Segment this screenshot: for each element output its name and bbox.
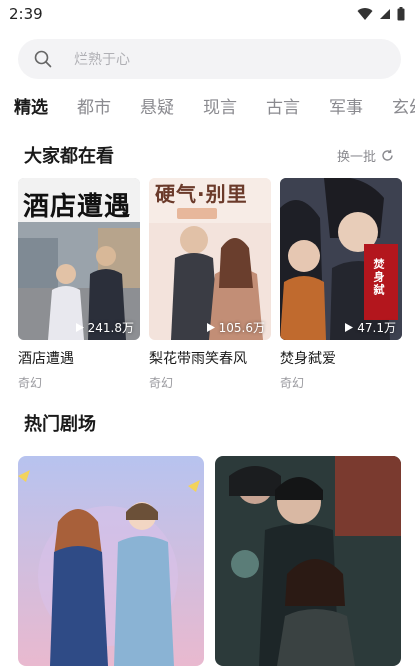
drama-genre: 奇幻 <box>149 376 174 390</box>
view-count-text: 105.6万 <box>218 321 265 335</box>
drama-genre: 奇幻 <box>18 376 43 390</box>
poster-title-text: 硬气·别里 <box>155 182 248 206</box>
status-icons <box>357 7 405 21</box>
drama-card[interactable]: 硬气·别里 105.6万 梨花带雨笑春风 奇幻 <box>149 178 271 391</box>
status-time: 2:39 <box>9 5 43 23</box>
refresh-icon <box>382 149 393 161</box>
tab-suspense[interactable]: 悬疑 <box>140 94 174 122</box>
search-icon <box>34 50 52 68</box>
drama-title[interactable]: 焚身弑爱 <box>280 348 402 368</box>
tab-military[interactable]: 军事 <box>329 94 363 122</box>
poster-title-text: 酒店遭遇 <box>23 192 132 222</box>
wifi-icon <box>357 7 373 20</box>
drama-card[interactable]: 焚身弑 47.1万 焚身弑爱 奇幻 <box>280 178 402 391</box>
drama-poster[interactable]: 硬气·别里 105.6万 <box>149 178 271 340</box>
refresh-label: 换一批 <box>336 149 376 165</box>
section-title: 大家都在看 <box>24 146 114 167</box>
view-count: 47.1万 <box>345 319 396 336</box>
search-placeholder: 烂熟于心 <box>74 52 130 68</box>
tab-fantasy[interactable]: 玄幻 <box>392 94 415 122</box>
battery-icon <box>397 7 405 21</box>
drama-card[interactable]: 酒店遭遇 241.8万 酒店遭遇 奇幻 <box>18 178 140 391</box>
view-count-text: 241.8万 <box>87 321 134 335</box>
category-tabs: 精选 都市 悬疑 现言 古言 军事 玄幻 <box>0 92 415 124</box>
drama-title[interactable]: 酒店遭遇 <box>18 348 140 368</box>
play-icon <box>345 323 354 332</box>
refresh-button[interactable]: 换一批 <box>337 146 394 165</box>
drama-poster[interactable]: 焚身弑 47.1万 <box>280 178 402 340</box>
view-count: 241.8万 <box>75 319 134 336</box>
play-icon <box>75 323 84 332</box>
poster-image <box>18 456 204 666</box>
section-watching-header: 大家都在看 换一批 <box>24 142 394 168</box>
drama-title[interactable]: 梨花带雨笑春风 <box>149 348 271 368</box>
signal-icon <box>380 9 390 19</box>
tab-ancient-romance[interactable]: 古言 <box>266 94 300 122</box>
play-icon <box>206 323 215 332</box>
tab-featured[interactable]: 精选 <box>14 94 48 122</box>
status-bar: 2:39 <box>0 0 415 28</box>
drama-poster[interactable]: 酒店遭遇 241.8万 <box>18 178 140 340</box>
search-bar[interactable]: 烂熟于心 <box>18 39 401 79</box>
drama-genre: 奇幻 <box>280 376 305 390</box>
featured-drama-card[interactable] <box>215 456 401 666</box>
poster-image <box>215 456 401 666</box>
section-hot-header: 热门剧场 <box>24 410 394 436</box>
poster-title-text: 焚身弑 <box>372 258 385 297</box>
tab-urban[interactable]: 都市 <box>77 94 111 122</box>
featured-drama-card[interactable] <box>18 456 204 666</box>
view-count-text: 47.1万 <box>357 321 396 335</box>
tab-modern-romance[interactable]: 现言 <box>203 94 237 122</box>
section-title: 热门剧场 <box>24 414 96 435</box>
view-count: 105.6万 <box>206 319 265 336</box>
